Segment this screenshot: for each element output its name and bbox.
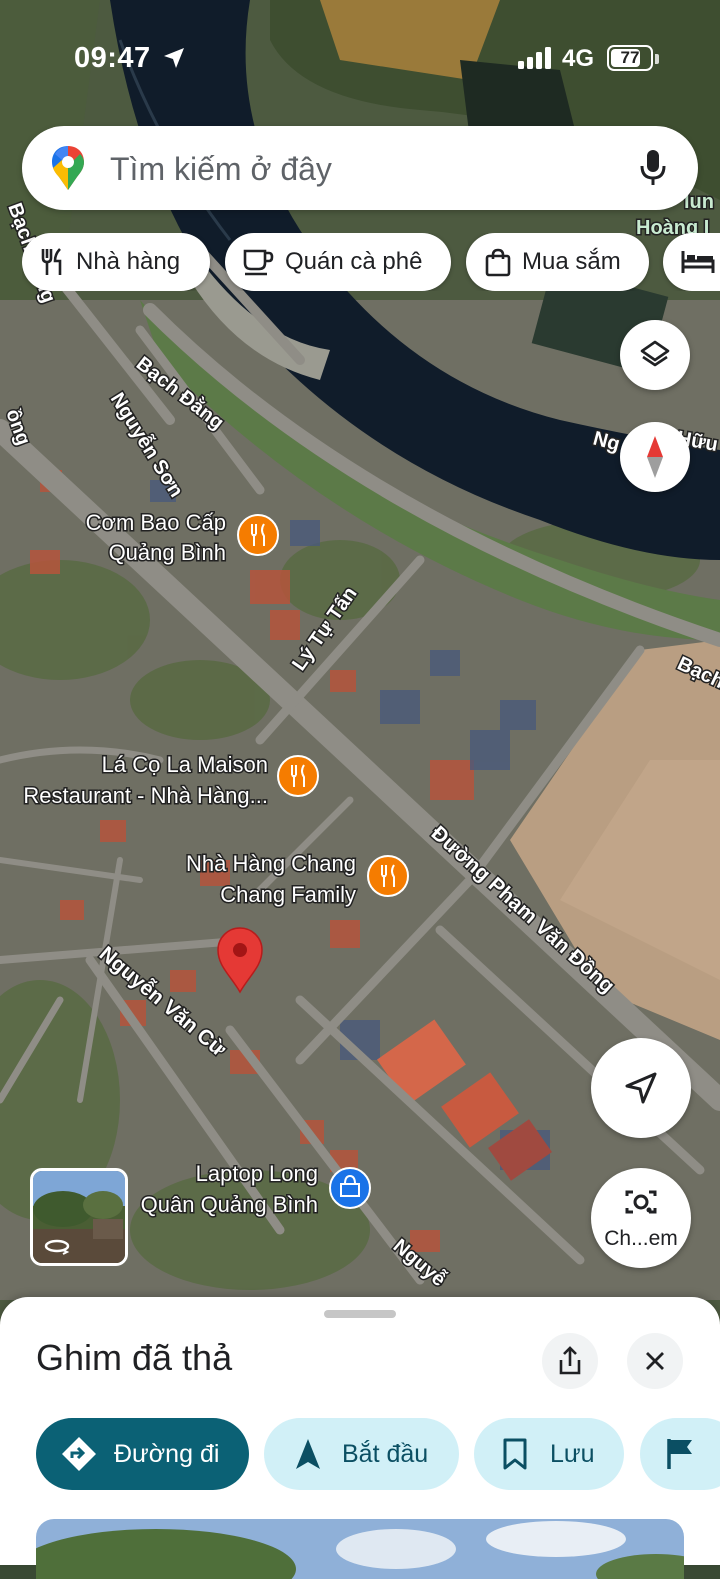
search-bar[interactable] bbox=[22, 126, 698, 210]
rotate-360-icon bbox=[43, 1237, 71, 1260]
place-name: Restaurant - Nhà Hàng... bbox=[23, 783, 268, 808]
start-button[interactable]: Bắt đầu bbox=[264, 1418, 459, 1490]
place-photo[interactable] bbox=[36, 1519, 684, 1579]
search-input[interactable] bbox=[108, 142, 632, 196]
sheet-title: Ghim đã thả bbox=[36, 1337, 233, 1378]
close-icon bbox=[646, 1352, 664, 1370]
chip-hotels[interactable] bbox=[663, 233, 720, 291]
place-name: Nhà Hàng Chang bbox=[186, 851, 356, 876]
chip-shopping[interactable]: Mua sắm bbox=[466, 233, 649, 291]
share-button[interactable] bbox=[542, 1333, 598, 1389]
compass-button[interactable] bbox=[620, 422, 690, 492]
coffee-cup-icon bbox=[243, 249, 274, 276]
status-time: 09:47 bbox=[74, 42, 151, 74]
sheet-drag-handle[interactable] bbox=[324, 1310, 396, 1318]
directions-icon bbox=[62, 1437, 96, 1471]
restaurant-pin-icon[interactable] bbox=[277, 755, 319, 797]
street-view-thumbnail[interactable] bbox=[30, 1168, 128, 1266]
battery-icon: 77 bbox=[607, 45, 653, 71]
close-button[interactable] bbox=[627, 1333, 683, 1389]
action-label: Bắt đầu bbox=[342, 1439, 429, 1468]
status-bar: 09:47 4G 77 bbox=[0, 38, 720, 82]
place-name: Chang Family bbox=[220, 882, 356, 907]
location-arrow-icon bbox=[162, 46, 186, 75]
share-icon bbox=[559, 1346, 581, 1375]
action-label: Đường đi bbox=[114, 1439, 220, 1468]
place-name: Laptop Long bbox=[196, 1161, 318, 1186]
lens-label: Ch...em bbox=[604, 1227, 678, 1250]
shopping-bag-icon bbox=[485, 248, 511, 277]
google-maps-logo-icon bbox=[50, 144, 86, 197]
restaurant-pin-icon[interactable] bbox=[237, 514, 279, 556]
microphone-icon[interactable] bbox=[638, 148, 668, 193]
place-name: Quân Quảng Bình bbox=[141, 1192, 318, 1217]
directions-button[interactable]: Đường đi bbox=[36, 1418, 249, 1490]
chip-cafes[interactable]: Quán cà phê bbox=[225, 233, 451, 291]
cellular-signal-icon bbox=[518, 47, 552, 74]
save-button[interactable]: Lưu bbox=[474, 1418, 624, 1490]
fork-knife-icon bbox=[41, 248, 62, 275]
navigation-arrow-icon bbox=[625, 1072, 657, 1104]
navigation-icon bbox=[296, 1439, 320, 1469]
layers-button[interactable] bbox=[620, 320, 690, 390]
network-type: 4G bbox=[562, 45, 595, 72]
place-name: Quảng Bình bbox=[109, 540, 226, 565]
battery-percent: 77 bbox=[620, 48, 640, 67]
dropped-pin-sheet[interactable]: Ghim đã thả Đường đi Bắt đầu Lưu bbox=[0, 1297, 720, 1579]
chip-label: Nhà hàng bbox=[76, 248, 181, 275]
battery-tip bbox=[655, 54, 659, 64]
flag-icon bbox=[667, 1439, 692, 1469]
place-name: Cơm Bao Cấp bbox=[86, 510, 226, 535]
camera-lens-icon bbox=[625, 1190, 657, 1214]
lens-button[interactable] bbox=[591, 1168, 691, 1268]
chip-restaurants[interactable]: Nhà hàng bbox=[22, 233, 210, 291]
layers-icon bbox=[640, 340, 670, 367]
shopping-pin-icon[interactable] bbox=[329, 1167, 371, 1209]
my-location-button[interactable] bbox=[591, 1038, 691, 1138]
category-chips: Nhà hàng Quán cà phê Mua sắm bbox=[22, 233, 720, 291]
restaurant-pin-icon[interactable] bbox=[367, 855, 409, 897]
bookmark-icon bbox=[503, 1438, 527, 1470]
compass-icon bbox=[647, 436, 663, 478]
chip-label: Quán cà phê bbox=[285, 248, 423, 275]
label-button[interactable] bbox=[640, 1418, 720, 1490]
bed-icon bbox=[681, 251, 715, 273]
place-name: Lá Cọ La Maison bbox=[102, 752, 268, 777]
chip-label: Mua sắm bbox=[522, 248, 621, 275]
action-label: Lưu bbox=[550, 1439, 595, 1468]
